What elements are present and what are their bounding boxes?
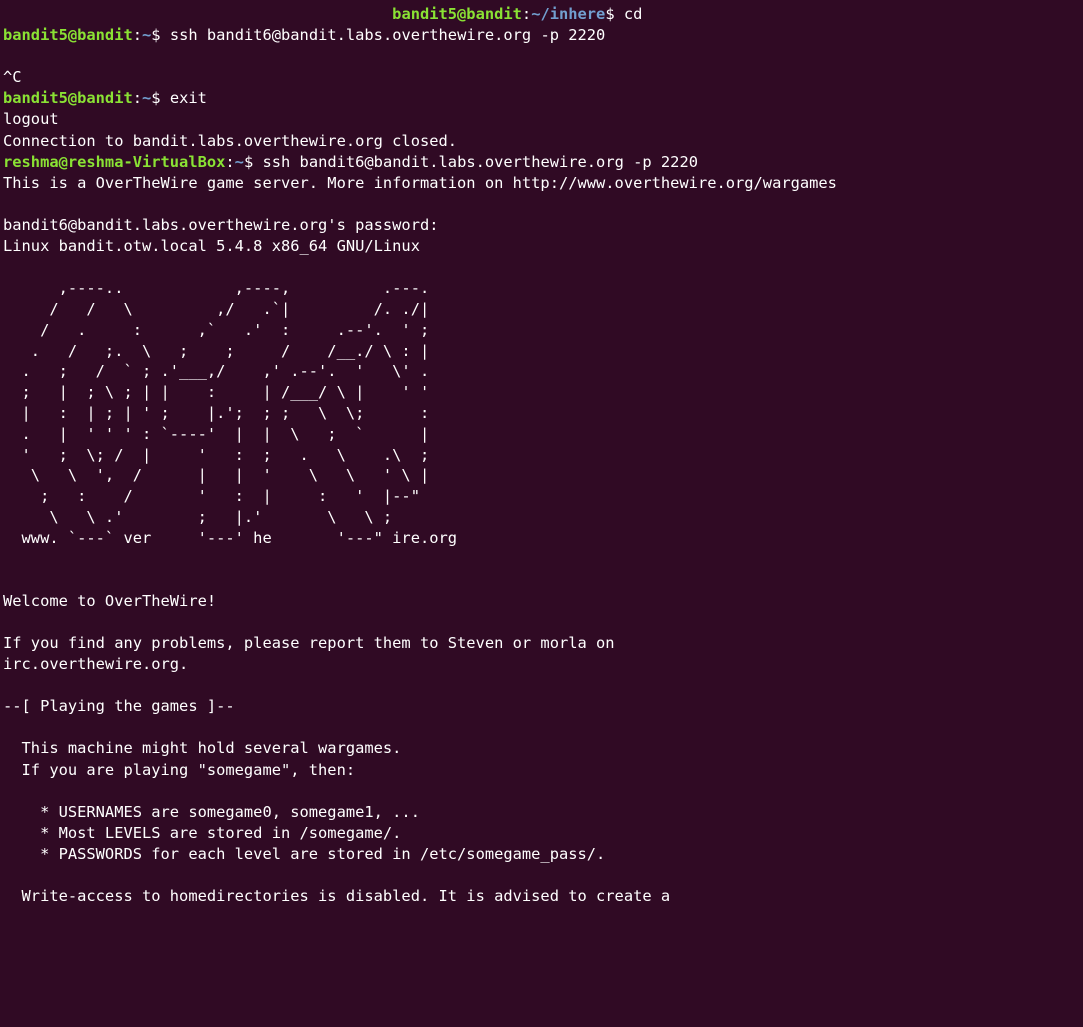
terminal-line-write-access: Write-access to homedirectories is disab…	[3, 886, 1083, 907]
line-segment	[3, 5, 392, 23]
terminal-output-top: bandit5@bandit:~/inhere$ cd bandit5@bandi…	[3, 4, 1083, 278]
line-segment: If you find any problems, please report …	[3, 633, 615, 652]
terminal-line-logout: logout	[3, 109, 1083, 130]
line-segment: Linux bandit.otw.local 5.4.8 x86_64 GNU/…	[3, 237, 420, 256]
terminal-line-blank-4	[3, 549, 1083, 570]
terminal-line-blank-1	[3, 46, 1083, 67]
terminal-line-prompt-ssh-2: reshma@reshma-VirtualBox:~$ ssh bandit6@…	[3, 152, 1083, 173]
terminal-line-connection-closed: Connection to bandit.labs.overthewire.or…	[3, 131, 1083, 152]
terminal-line-section-playing: --[ Playing the games ]--	[3, 696, 1083, 717]
line-segment: $ ssh bandit6@bandit.labs.overthewire.or…	[243, 152, 698, 171]
terminal-line-prompt-ssh-1: bandit5@bandit:~$ ssh bandit6@bandit.lab…	[3, 25, 1083, 46]
terminal-line-problems-2: irc.overthewire.org.	[3, 654, 1083, 675]
terminal-line-passwords: * PASSWORDS for each level are stored in…	[3, 844, 1083, 865]
line-segment: * USERNAMES are somegame0, somegame1, ..…	[3, 802, 420, 821]
terminal-line-blank-8	[3, 717, 1083, 738]
line-segment: reshma@reshma-VirtualBox	[3, 152, 226, 171]
line-segment: $ cd	[605, 5, 643, 23]
terminal-line-blank-3	[3, 257, 1083, 278]
line-segment: * Most LEVELS are stored in /somegame/.	[3, 823, 402, 842]
terminal-line-ctrl-c: ^C	[3, 67, 1083, 88]
line-segment: :	[521, 5, 532, 23]
line-segment: ~/inhere	[531, 5, 606, 23]
terminal-line-password-prompt: bandit6@bandit.labs.overthewire.org's pa…	[3, 215, 1083, 236]
terminal-line-machine-hold: This machine might hold several wargames…	[3, 738, 1083, 759]
line-segment: bandit6@bandit.labs.overthewire.org's pa…	[3, 215, 439, 234]
terminal-line-blank-9	[3, 781, 1083, 802]
line-segment: :	[225, 152, 235, 171]
terminal-line-server-banner: This is a OverTheWire game server. More …	[3, 173, 1083, 194]
line-segment: bandit5@bandit	[392, 5, 522, 23]
line-segment: bandit5@bandit	[3, 26, 133, 45]
line-segment: ~	[142, 89, 152, 108]
line-segment: * PASSWORDS for each level are stored in…	[3, 844, 606, 863]
line-segment: This is a OverTheWire game server. More …	[3, 173, 837, 192]
terminal-line-prompt-wrapped: bandit5@bandit:~/inhere$ cd	[3, 4, 1083, 25]
terminal-line-prompt-exit: bandit5@bandit:~$ exit	[3, 88, 1083, 109]
line-segment: $ ssh bandit6@bandit.labs.overthewire.or…	[151, 26, 606, 45]
line-segment: Welcome to OverTheWire!	[3, 591, 217, 610]
line-segment: --[ Playing the games ]--	[3, 697, 235, 716]
line-segment: ~	[234, 152, 244, 171]
line-segment: irc.overthewire.org.	[3, 655, 189, 674]
line-segment: ~	[142, 26, 152, 45]
line-segment: bandit5@bandit	[3, 89, 133, 108]
line-segment: ^C	[3, 68, 22, 87]
terminal-line-blank-6	[3, 612, 1083, 633]
terminal-line-if-playing: If you are playing "somegame", then:	[3, 760, 1083, 781]
terminal-line-blank-2	[3, 194, 1083, 215]
line-segment: :	[132, 26, 143, 45]
terminal-line-blank-5	[3, 570, 1083, 591]
terminal-line-levels: * Most LEVELS are stored in /somegame/.	[3, 823, 1083, 844]
terminal-window[interactable]: bandit5@bandit:~/inhere$ cd bandit5@bandi…	[0, 0, 1083, 1027]
line-segment: :	[132, 89, 143, 108]
line-segment: logout	[3, 110, 59, 129]
line-segment: If you are playing "somegame", then:	[3, 760, 356, 779]
terminal-output-bottom: Welcome to OverTheWire! If you find any p…	[3, 549, 1083, 908]
terminal-line-uname: Linux bandit.otw.local 5.4.8 x86_64 GNU/…	[3, 236, 1083, 257]
terminal-line-problems-1: If you find any problems, please report …	[3, 633, 1083, 654]
terminal-line-blank-7	[3, 675, 1083, 696]
terminal-line-usernames: * USERNAMES are somegame0, somegame1, ..…	[3, 802, 1083, 823]
otw-ascii-logo: ,----.. ,----, .---. / / \ ,/ .`| /. ./|…	[21, 279, 458, 547]
line-segment: This machine might hold several wargames…	[3, 739, 402, 758]
terminal-line-blank-10	[3, 865, 1083, 886]
terminal-line-welcome: Welcome to OverTheWire!	[3, 591, 1083, 612]
line-segment: Write-access to homedirectories is disab…	[3, 887, 671, 906]
line-segment: $ exit	[151, 89, 207, 108]
line-segment: Connection to bandit.labs.overthewire.or…	[3, 131, 458, 150]
